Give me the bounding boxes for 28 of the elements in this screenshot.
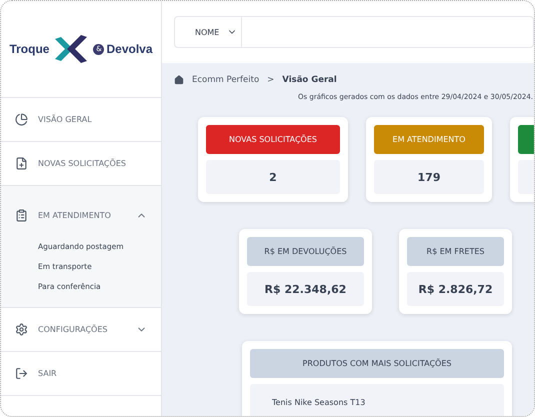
logo-text: Devolva: [106, 42, 153, 56]
money-value: R$ 22.348,62: [247, 272, 364, 306]
sidebar-item[interactable]: VISÃO GERAL: [1, 98, 161, 141]
stat-card-header: NOVAS SOLICITAÇÕES: [206, 125, 340, 154]
breadcrumb-current: Visão Geral: [282, 75, 337, 85]
sidebar-item[interactable]: CONFIGURAÇÕES: [1, 308, 161, 351]
filter-dropdown[interactable]: NOME: [175, 17, 242, 47]
breadcrumb-link[interactable]: Ecomm Perfeito: [192, 75, 260, 85]
pie-chart-icon: [15, 113, 28, 126]
home-icon: [174, 75, 184, 85]
sidebar-item[interactable]: NOVAS SOLICITAÇÕES: [1, 142, 161, 185]
file-plus-icon: [15, 157, 28, 170]
clipboard-icon: [15, 209, 28, 222]
products-card-header: PRODUTOS COM MAIS SOLICITAÇÕES: [250, 349, 504, 378]
stat-card-header: EM ATENDIMENTO: [374, 125, 484, 154]
money-card-header: R$ EM FRETES: [407, 237, 504, 266]
product-item: Tenis Nike Seasons T13: [250, 384, 504, 416]
money-value: R$ 2.826,72: [407, 272, 504, 306]
sidebar-item[interactable]: EM ATENDIMENTO: [1, 194, 161, 237]
sidebar-item[interactable]: SAIR: [1, 352, 161, 395]
breadcrumb-separator: >: [267, 75, 274, 85]
stat-value: 179: [374, 160, 484, 194]
stat-value: 2: [206, 160, 340, 194]
search-field[interactable]: NOME: [174, 16, 534, 48]
logo-text: Troque: [9, 42, 50, 56]
money-card-header: R$ EM DEVOLUÇÕES: [247, 237, 364, 266]
settings-icon: [15, 323, 28, 336]
logout-icon: [15, 367, 28, 380]
